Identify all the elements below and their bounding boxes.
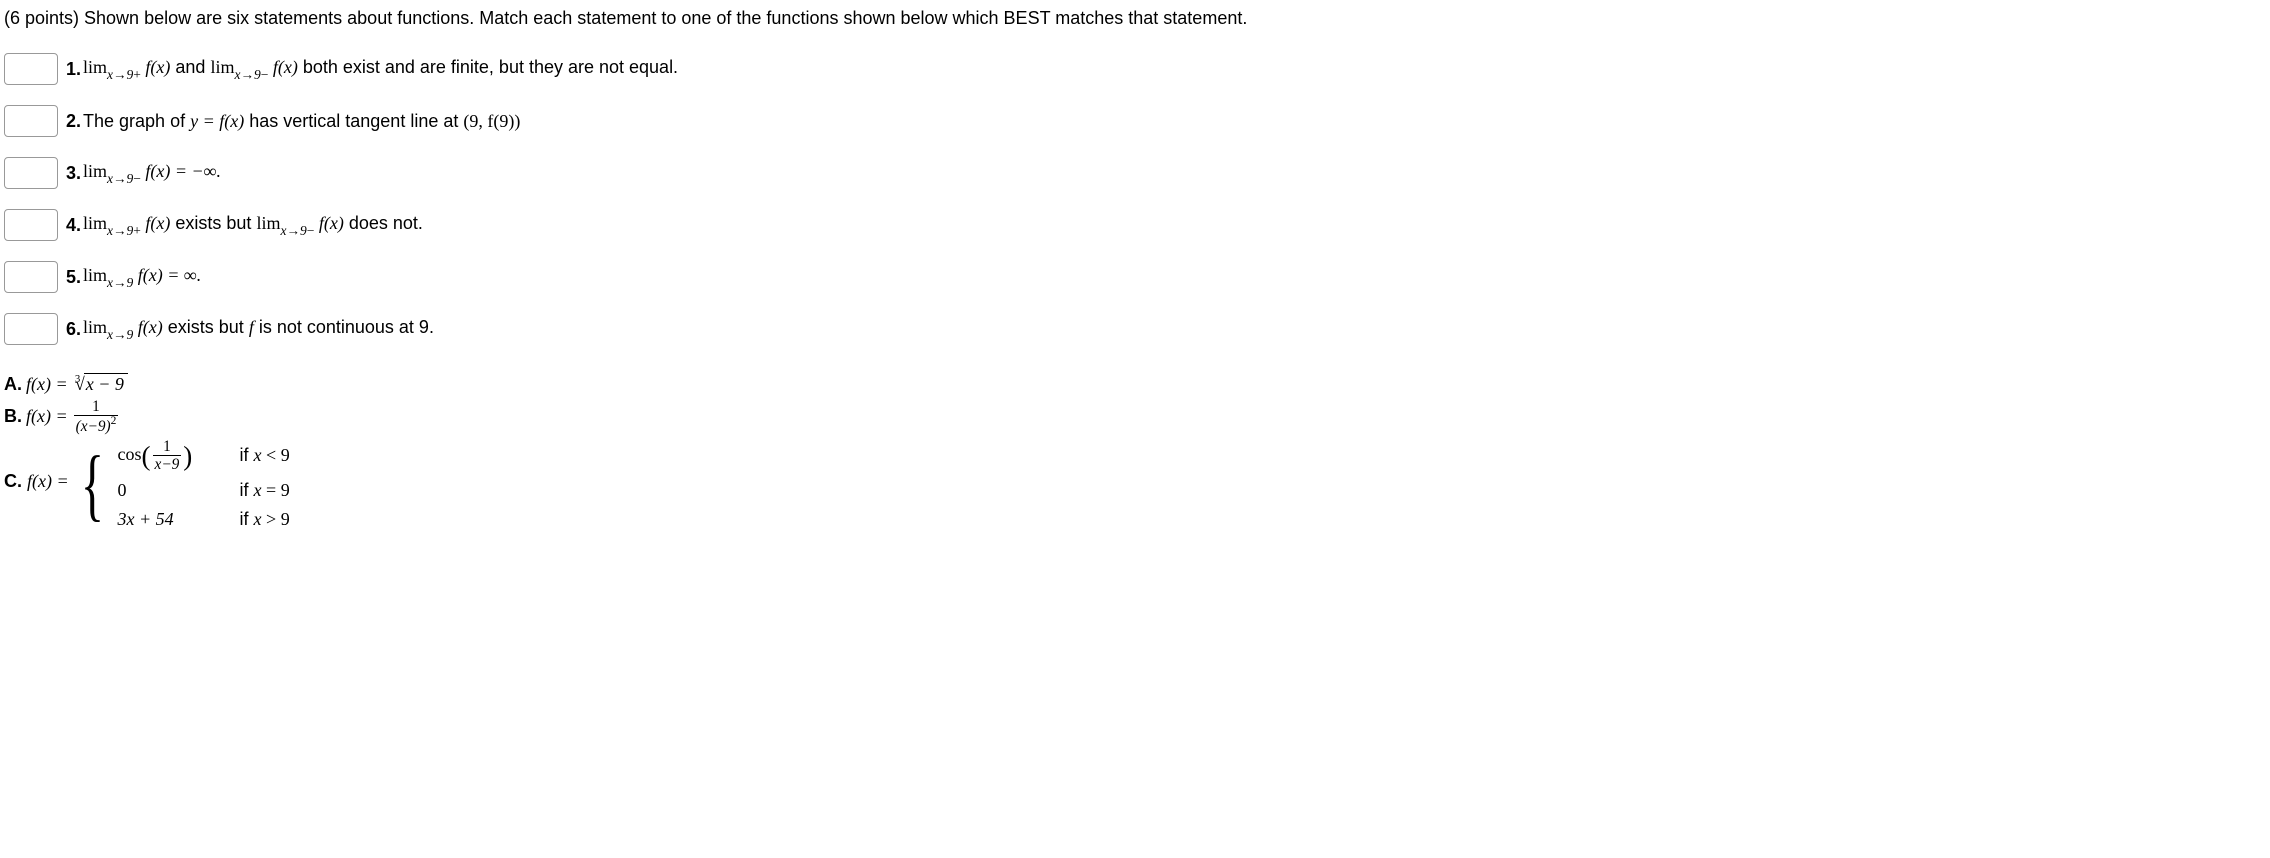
piece-1-expr: cos(1x−9)	[118, 439, 228, 473]
piecewise: { cos(1x−9) if x < 9 0 if x = 9 3x + 54 …	[73, 439, 290, 531]
option-b: B. f(x) = 1 (x−9)2	[4, 399, 2266, 435]
answer-input-6[interactable]	[4, 313, 58, 345]
statement-4-text: limx→9+ f(x) exists but limx→9− f(x) doe…	[83, 213, 423, 238]
statement-1-content: 1. limx→9+ f(x) and limx→9− f(x) both ex…	[66, 57, 678, 82]
option-c: C. f(x) = { cos(1x−9) if x < 9 0 if x = …	[4, 439, 2266, 531]
piece-2-expr: 0	[118, 480, 228, 501]
root-index: 3	[75, 373, 80, 385]
statement-2-text: The graph of y = f(x) has vertical tange…	[83, 111, 520, 132]
statement-1-row: 1. limx→9+ f(x) and limx→9− f(x) both ex…	[4, 53, 2266, 85]
option-a-lhs: f(x) =	[26, 374, 68, 395]
piecewise-rows: cos(1x−9) if x < 9 0 if x = 9 3x + 54 if…	[118, 439, 290, 531]
statement-1-num: 1.	[66, 59, 81, 80]
answer-input-3[interactable]	[4, 157, 58, 189]
statements-list: 1. limx→9+ f(x) and limx→9− f(x) both ex…	[4, 53, 2266, 345]
answer-input-2[interactable]	[4, 105, 58, 137]
option-b-fraction: 1 (x−9)2	[74, 399, 119, 435]
piece-1-cond: if x < 9	[240, 445, 290, 466]
piecewise-row-3: 3x + 54 if x > 9	[118, 509, 290, 530]
option-c-label: C.	[4, 471, 22, 491]
statement-6-row: 6. limx→9 f(x) exists but f is not conti…	[4, 313, 2266, 345]
answer-input-1[interactable]	[4, 53, 58, 85]
statement-2-content: 2. The graph of y = f(x) has vertical ta…	[66, 111, 520, 132]
options-list: A. f(x) = 3 √ x − 9 B. f(x) = 1 (x−9)2 C…	[4, 373, 2266, 530]
statement-1-text: limx→9+ f(x) and limx→9− f(x) both exist…	[83, 57, 678, 82]
radicand: x − 9	[84, 373, 128, 395]
statement-4-row: 4. limx→9+ f(x) exists but limx→9− f(x) …	[4, 209, 2266, 241]
option-a-cuberoot: 3 √ x − 9	[72, 373, 128, 395]
statement-6-text: limx→9 f(x) exists but f is not continuo…	[83, 317, 434, 342]
statement-5-num: 5.	[66, 267, 81, 288]
option-c-label-wrap: C. f(x) =	[4, 471, 69, 492]
option-b-label: B.	[4, 406, 22, 427]
statement-4-num: 4.	[66, 215, 81, 236]
piecewise-row-1: cos(1x−9) if x < 9	[118, 439, 290, 473]
option-a: A. f(x) = 3 √ x − 9	[4, 373, 2266, 395]
piece-3-cond: if x > 9	[240, 509, 290, 530]
statement-6-num: 6.	[66, 319, 81, 340]
statement-6-content: 6. limx→9 f(x) exists but f is not conti…	[66, 317, 434, 342]
statement-5-content: 5. limx→9 f(x) = ∞.	[66, 265, 201, 290]
statement-3-num: 3.	[66, 163, 81, 184]
piecewise-row-2: 0 if x = 9	[118, 480, 290, 501]
statement-2-row: 2. The graph of y = f(x) has vertical ta…	[4, 105, 2266, 137]
statement-5-row: 5. limx→9 f(x) = ∞.	[4, 261, 2266, 293]
piece-2-cond: if x = 9	[240, 480, 290, 501]
statement-3-row: 3. limx→9− f(x) = −∞.	[4, 157, 2266, 189]
statement-3-text: limx→9− f(x) = −∞.	[83, 161, 221, 186]
statement-2-num: 2.	[66, 111, 81, 132]
statement-4-content: 4. limx→9+ f(x) exists but limx→9− f(x) …	[66, 213, 423, 238]
option-b-lhs: f(x) =	[26, 406, 68, 427]
answer-input-5[interactable]	[4, 261, 58, 293]
piece-3-expr: 3x + 54	[118, 509, 228, 530]
left-brace-icon: {	[80, 448, 103, 521]
option-a-label: A.	[4, 374, 22, 395]
question-intro: (6 points) Shown below are six statement…	[4, 8, 2266, 29]
statement-5-text: limx→9 f(x) = ∞.	[83, 265, 201, 290]
answer-input-4[interactable]	[4, 209, 58, 241]
frac-den: (x−9)2	[74, 415, 119, 434]
option-c-lhs: f(x) =	[27, 471, 69, 491]
statement-3-content: 3. limx→9− f(x) = −∞.	[66, 161, 221, 186]
frac-num: 1	[90, 399, 102, 415]
